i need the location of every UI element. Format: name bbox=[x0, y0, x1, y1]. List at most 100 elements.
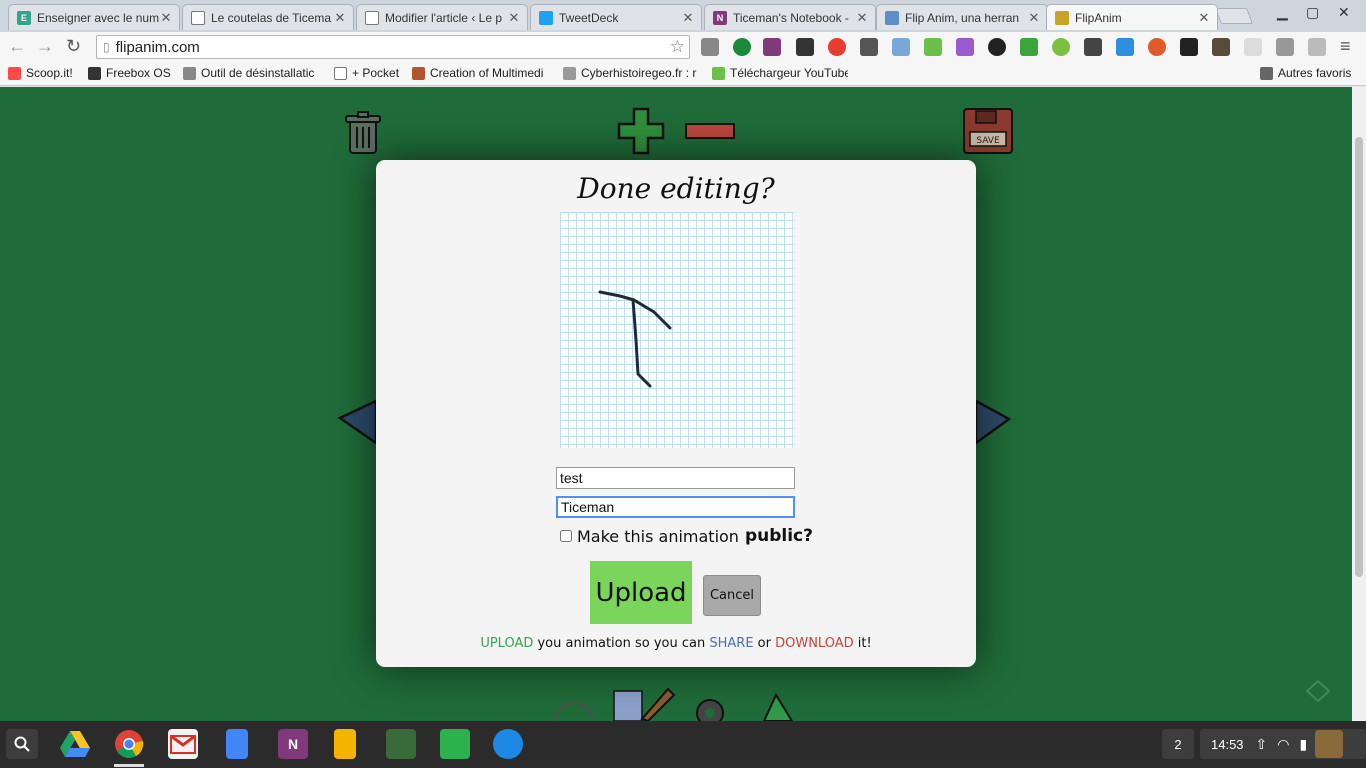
tab-6[interactable]: Flip Anim, una herran ✕ bbox=[876, 4, 1048, 30]
bookmark-star-icon[interactable]: ☆ bbox=[670, 37, 685, 57]
extension-fish-icon[interactable] bbox=[1180, 38, 1198, 56]
tab-5[interactable]: N Ticeman's Notebook - ✕ bbox=[704, 4, 876, 30]
tab-title: FlipAnim bbox=[1075, 10, 1122, 25]
tab-3[interactable]: Modifier l'article ‹ Le p ✕ bbox=[356, 4, 528, 30]
tab-4[interactable]: TweetDeck ✕ bbox=[530, 4, 702, 30]
bookmark-freebox[interactable]: Freebox OS bbox=[88, 66, 171, 80]
bookmark-pocket[interactable]: + Pocket bbox=[334, 66, 399, 80]
extension-onenote-icon[interactable] bbox=[763, 38, 781, 56]
tab-close-icon[interactable]: ✕ bbox=[507, 10, 521, 26]
tab-close-icon[interactable]: ✕ bbox=[855, 10, 869, 26]
remove-frame-minus-icon[interactable] bbox=[684, 121, 736, 141]
extension-camera-icon[interactable] bbox=[892, 38, 910, 56]
feedly-icon[interactable] bbox=[1306, 680, 1330, 702]
extension-green-dot-icon[interactable] bbox=[1052, 38, 1070, 56]
search-icon[interactable] bbox=[6, 729, 38, 759]
tab-close-icon[interactable]: ✕ bbox=[681, 10, 695, 26]
upload-hint: UPLOAD you animation so you can SHARE or… bbox=[376, 636, 976, 651]
extension-red-icon[interactable] bbox=[828, 38, 846, 56]
bookmark-youtube-downloader[interactable]: Téléchargeur YouTube bbox=[712, 66, 848, 80]
trash-icon[interactable] bbox=[342, 111, 384, 157]
clock-text: 14:53 bbox=[1211, 736, 1244, 752]
minimize-icon[interactable]: ▁ bbox=[1277, 4, 1288, 21]
bookmark-outil[interactable]: Outil de désinstallatic bbox=[183, 66, 319, 80]
tab-close-icon[interactable]: ✕ bbox=[333, 10, 347, 26]
extension-film-icon[interactable] bbox=[796, 38, 814, 56]
tab-flipanim[interactable]: FlipAnim ✕ bbox=[1046, 4, 1218, 30]
bookmark-other-folder[interactable]: Autres favoris bbox=[1260, 66, 1351, 80]
reload-icon[interactable]: ↻ bbox=[66, 36, 81, 57]
google-drive-icon[interactable] bbox=[60, 729, 90, 759]
extension-evernote-icon[interactable] bbox=[733, 38, 751, 56]
extension-n-icon[interactable] bbox=[1244, 38, 1262, 56]
onenote-icon[interactable]: N bbox=[278, 729, 308, 759]
extension-stack-icon[interactable] bbox=[1276, 38, 1294, 56]
tab-2[interactable]: Le coutelas de Ticema ✕ bbox=[182, 4, 354, 30]
tab-1[interactable]: E Enseigner avec le num ✕ bbox=[8, 4, 180, 30]
forward-arrow-icon[interactable]: → bbox=[36, 36, 54, 57]
upload-button[interactable]: Upload bbox=[590, 561, 692, 624]
save-floppy-icon[interactable]: SAVE bbox=[962, 107, 1014, 155]
page-scrollbar[interactable] bbox=[1352, 87, 1366, 721]
extension-blue-icon[interactable] bbox=[1116, 38, 1134, 56]
extension-color-icon[interactable] bbox=[988, 38, 1006, 56]
page-icon bbox=[191, 10, 205, 25]
public-checkbox[interactable] bbox=[560, 530, 572, 542]
tab-title: Modifier l'article ‹ Le p bbox=[385, 10, 502, 25]
google-docs-icon[interactable] bbox=[226, 729, 248, 759]
back-arrow-icon[interactable]: ← bbox=[8, 36, 26, 57]
bookmark-multimedia[interactable]: Creation of Multimedi bbox=[412, 66, 548, 80]
animation-title-input[interactable] bbox=[556, 467, 795, 489]
rss-icon[interactable] bbox=[1308, 38, 1326, 56]
extension-brush-icon[interactable] bbox=[1212, 38, 1230, 56]
pencil-tool-icon[interactable] bbox=[612, 685, 676, 721]
extension-quill-icon[interactable] bbox=[956, 38, 974, 56]
sketch-drawing bbox=[598, 290, 672, 388]
previous-frame-arrow-icon[interactable] bbox=[336, 397, 376, 447]
google-slides-icon[interactable] bbox=[334, 729, 356, 759]
bookmark-cyberhistoire[interactable]: Cyberhistoiregeo.fr : r bbox=[563, 66, 697, 80]
notification-count-badge[interactable]: 2 bbox=[1162, 729, 1194, 759]
extension-orange-icon[interactable] bbox=[1148, 38, 1166, 56]
animation-preview-canvas bbox=[560, 212, 794, 448]
tab-close-icon[interactable]: ✕ bbox=[159, 10, 173, 26]
extension-box-icon[interactable] bbox=[860, 38, 878, 56]
color-tool-icon[interactable] bbox=[756, 691, 798, 721]
bookmark-label: Outil de désinstallatic bbox=[201, 66, 315, 80]
bookmark-scoopit[interactable]: Scoop.it! bbox=[8, 66, 73, 80]
extension-chat-icon[interactable] bbox=[1084, 38, 1102, 56]
tab-title: Flip Anim, una herran bbox=[905, 10, 1020, 25]
scrollbar-thumb[interactable] bbox=[1355, 137, 1363, 577]
add-frame-plus-icon[interactable] bbox=[617, 107, 665, 155]
author-name-input[interactable] bbox=[556, 496, 795, 518]
done-editing-dialog: Done editing? Make this animation public… bbox=[376, 160, 976, 667]
next-frame-arrow-icon[interactable] bbox=[976, 397, 1012, 447]
extension-marker-icon[interactable] bbox=[924, 38, 942, 56]
extension-puzzle-icon[interactable] bbox=[701, 38, 719, 56]
address-bar[interactable]: ▯ flipanim.com ☆ bbox=[96, 35, 690, 59]
feedly-app-icon[interactable] bbox=[440, 729, 470, 759]
user-avatar bbox=[1315, 730, 1344, 758]
folder-icon bbox=[1260, 66, 1273, 80]
new-tab-button[interactable] bbox=[1215, 8, 1253, 24]
settings-gear-icon[interactable] bbox=[692, 693, 728, 721]
hint-upload-word: UPLOAD bbox=[480, 636, 534, 651]
menu-icon[interactable]: ≡ bbox=[1340, 36, 1351, 57]
hint-download-word: DOWNLOAD bbox=[775, 636, 854, 651]
tab-title: Ticeman's Notebook - bbox=[733, 10, 849, 25]
tab-close-icon[interactable]: ✕ bbox=[1197, 10, 1211, 26]
extension-print-icon[interactable] bbox=[1020, 38, 1038, 56]
tab-title: Le coutelas de Ticema bbox=[211, 10, 332, 25]
files-icon[interactable] bbox=[493, 729, 523, 759]
tab-close-icon[interactable]: ✕ bbox=[1027, 10, 1041, 26]
gmail-icon[interactable] bbox=[168, 729, 198, 759]
close-window-icon[interactable]: ✕ bbox=[1338, 4, 1350, 21]
maximize-icon[interactable]: ▢ bbox=[1306, 4, 1319, 21]
status-tray[interactable]: 14:53 ⇧ ◠ ▮ bbox=[1200, 729, 1366, 759]
chrome-icon[interactable] bbox=[114, 729, 144, 759]
public-option-row: Make this animation public? bbox=[560, 526, 813, 546]
sketch-app-icon[interactable] bbox=[386, 729, 416, 759]
undo-icon[interactable] bbox=[552, 699, 598, 721]
cancel-button[interactable]: Cancel bbox=[703, 575, 761, 616]
dialog-title: Done editing? bbox=[577, 172, 775, 205]
